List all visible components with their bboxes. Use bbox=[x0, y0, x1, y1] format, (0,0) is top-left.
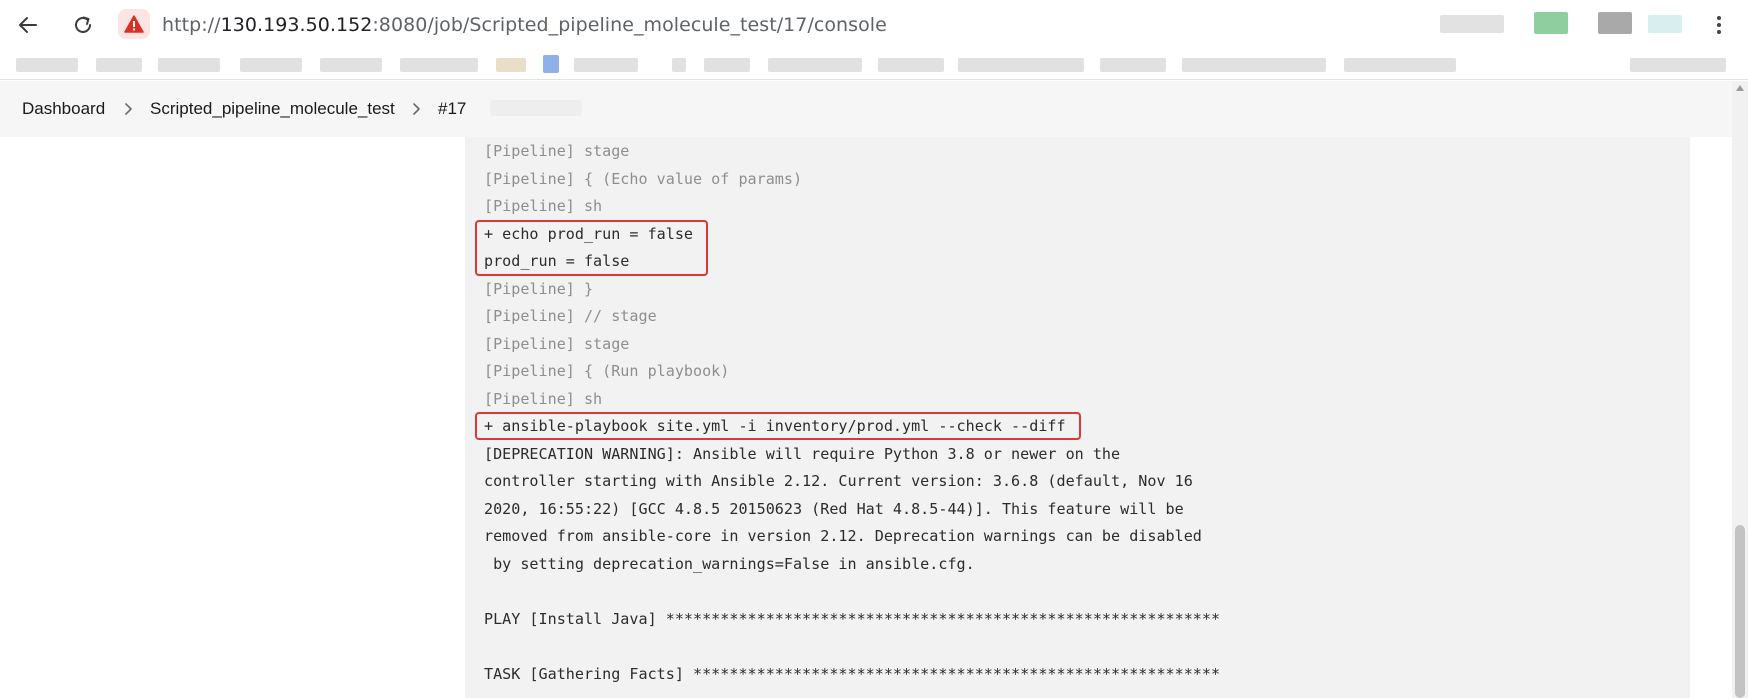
bookmark-item[interactable] bbox=[704, 58, 750, 72]
console-line: [Pipeline] sh bbox=[484, 197, 603, 215]
reload-icon bbox=[75, 16, 91, 33]
bookmark-item[interactable] bbox=[400, 58, 478, 72]
console-line: 2020, 16:55:22) [GCC 4.8.5 20150623 (Red… bbox=[484, 499, 1184, 518]
bookmark-item[interactable] bbox=[1182, 58, 1326, 72]
bookmark-item[interactable] bbox=[240, 58, 302, 72]
bookmark-item[interactable] bbox=[496, 58, 526, 72]
console-line: + ansible-playbook site.yml -i inventory… bbox=[484, 417, 1066, 435]
console-line: prod_run = false bbox=[484, 252, 630, 270]
console-line: removed from ansible-core in version 2.1… bbox=[484, 527, 1202, 545]
console-line: [Pipeline] { (Run playbook) bbox=[484, 362, 730, 380]
chevron-right-icon bbox=[413, 103, 420, 115]
bookmark-item[interactable] bbox=[768, 58, 862, 72]
console-output: [Pipeline] stage [Pipeline] { (Echo value… bbox=[465, 137, 1690, 698]
console-line: [Pipeline] stage bbox=[484, 142, 630, 160]
extension-icon[interactable] bbox=[1648, 15, 1682, 33]
console-line: [Pipeline] stage bbox=[484, 334, 630, 353]
browser-toolbar: http://130.193.50.152:8080/job/Scripted_… bbox=[0, 0, 1748, 50]
breadcrumb: Dashboard Scripted_pipeline_molecule_tes… bbox=[0, 81, 1732, 137]
breadcrumb-build[interactable]: #17 bbox=[438, 81, 466, 137]
scroll-up-arrow-icon[interactable] bbox=[1736, 85, 1744, 91]
console-line: [DEPRECATION WARNING]: Ansible will requ… bbox=[484, 444, 1121, 463]
bookmarks-bar bbox=[0, 50, 1748, 80]
more-vertical-icon-dot bbox=[1717, 22, 1721, 27]
bookmark-item[interactable] bbox=[574, 58, 638, 72]
console-line: controller starting with Ansible 2.12. C… bbox=[484, 472, 1193, 490]
page-scrollbar[interactable] bbox=[1732, 81, 1748, 698]
security-warning-button[interactable] bbox=[118, 9, 150, 39]
bookmark-item[interactable] bbox=[672, 58, 686, 72]
bookmark-item[interactable] bbox=[96, 58, 142, 72]
back-button[interactable] bbox=[9, 9, 47, 41]
console-line: [Pipeline] { (Echo value of params) bbox=[484, 169, 803, 188]
console-line: TASK [Gathering Facts] *****************… bbox=[484, 664, 1221, 683]
bookmark-item[interactable] bbox=[958, 58, 1084, 72]
url-host: 130.193.50.152 bbox=[220, 14, 373, 36]
reload-button[interactable] bbox=[64, 9, 102, 41]
breadcrumb-dashboard[interactable]: Dashboard bbox=[22, 81, 105, 137]
more-vertical-icon bbox=[1717, 16, 1721, 21]
extension-icon[interactable] bbox=[1440, 15, 1504, 33]
bookmark-item[interactable] bbox=[16, 58, 78, 72]
console-line: + echo prod_run = false bbox=[484, 224, 694, 243]
more-vertical-icon-dot bbox=[1717, 29, 1721, 34]
console-line: [Pipeline] // stage bbox=[484, 307, 657, 325]
chevron-right-icon bbox=[125, 103, 132, 115]
bookmark-item[interactable] bbox=[158, 58, 220, 72]
breadcrumb-job[interactable]: Scripted_pipeline_molecule_test bbox=[150, 81, 395, 137]
console-line: PLAY [Install Java] ********************… bbox=[484, 609, 1221, 628]
bookmark-item[interactable] bbox=[1100, 58, 1166, 72]
url-path: :8080/job/Scripted_pipeline_molecule_tes… bbox=[372, 14, 887, 36]
extension-icon[interactable] bbox=[1598, 12, 1632, 34]
scrollbar-thumb[interactable] bbox=[1735, 525, 1745, 698]
arrow-left-icon bbox=[19, 17, 37, 33]
url-prefix: http:// bbox=[162, 14, 221, 36]
address-bar[interactable]: http://130.193.50.152:8080/job/Scripted_… bbox=[162, 12, 887, 38]
browser-menu-button[interactable] bbox=[1711, 12, 1727, 38]
extension-icon[interactable] bbox=[1534, 12, 1568, 34]
breadcrumb-ghost bbox=[490, 100, 582, 116]
console-line: [Pipeline] } bbox=[484, 279, 594, 298]
bookmark-item[interactable] bbox=[1630, 58, 1726, 72]
console-line: by setting deprecation_warnings=False in… bbox=[484, 554, 975, 573]
bookmark-item[interactable] bbox=[543, 55, 559, 73]
bookmark-item[interactable] bbox=[878, 58, 944, 72]
console-line: [Pipeline] sh bbox=[484, 389, 603, 408]
bookmark-item[interactable] bbox=[1344, 58, 1456, 72]
warning-triangle-icon bbox=[124, 15, 144, 33]
bookmark-item[interactable] bbox=[320, 58, 382, 72]
